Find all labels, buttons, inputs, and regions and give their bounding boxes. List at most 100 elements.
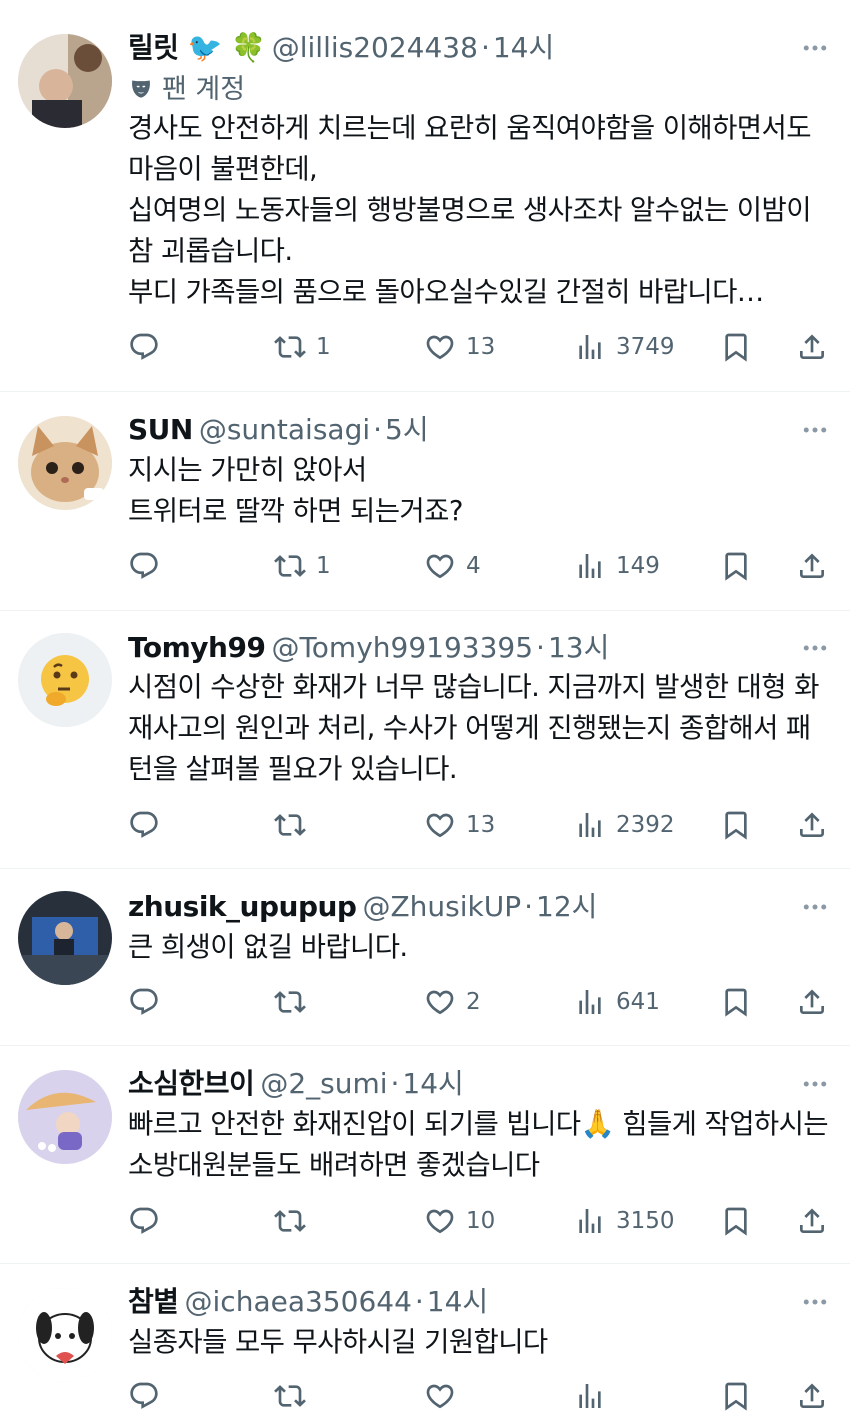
avatar[interactable] xyxy=(18,34,112,128)
like-button[interactable]: 4 xyxy=(424,546,481,586)
like-icon xyxy=(424,809,456,841)
share-button[interactable] xyxy=(796,805,828,845)
reply-button[interactable] xyxy=(128,1376,160,1416)
like-count: 13 xyxy=(466,334,496,360)
timestamp[interactable]: 13시 xyxy=(548,631,609,664)
bookmark-icon xyxy=(720,809,752,841)
more-icon[interactable] xyxy=(800,33,830,63)
avatar[interactable] xyxy=(18,1288,112,1382)
retweet-icon xyxy=(274,1380,306,1412)
tweet-actions xyxy=(128,1376,828,1416)
retweet-icon xyxy=(274,986,306,1018)
more-icon[interactable] xyxy=(800,1069,830,1099)
more-icon[interactable] xyxy=(800,1287,830,1317)
timestamp[interactable]: 14시 xyxy=(427,1285,488,1318)
bookmark-button[interactable] xyxy=(720,805,752,845)
views-button[interactable]: 149 xyxy=(574,546,660,586)
bookmark-button[interactable] xyxy=(720,1201,752,1241)
views-icon xyxy=(574,809,606,841)
display-name[interactable]: 참볕 xyxy=(128,1285,179,1318)
avatar[interactable] xyxy=(18,633,112,727)
like-button[interactable]: 13 xyxy=(424,327,495,367)
reply-button[interactable] xyxy=(128,546,160,586)
views-icon xyxy=(574,1380,606,1412)
tweet-1[interactable]: 릴릿 🐦 🍀 @lillis2024438 · 14시 팬 계정 경사도 안전하게 치… xyxy=(0,0,850,392)
bookmark-button[interactable] xyxy=(720,327,752,367)
display-name[interactable]: SUN xyxy=(128,413,193,446)
more-icon[interactable] xyxy=(800,633,830,663)
display-name[interactable]: 소심한브이 xyxy=(128,1067,255,1100)
share-button[interactable] xyxy=(796,327,828,367)
reply-button[interactable] xyxy=(128,982,160,1022)
bookmark-icon xyxy=(720,550,752,582)
share-button[interactable] xyxy=(796,982,828,1022)
retweet-button[interactable]: 1 xyxy=(274,546,331,586)
share-button[interactable] xyxy=(796,1201,828,1241)
bookmark-button[interactable] xyxy=(720,546,752,586)
more-icon[interactable] xyxy=(800,415,830,445)
tweet-6[interactable]: 참볕 @ichaea350644 · 14시 실종자들 모두 무사하시길 기원합니다 xyxy=(0,1264,850,1392)
user-handle[interactable]: @Tomyh99193395 xyxy=(271,631,533,664)
user-handle[interactable]: @suntaisagi xyxy=(199,413,370,446)
timestamp[interactable]: 5시 xyxy=(385,413,429,446)
tweet-header: 릴릿 🐦 🍀 @lillis2024438 · 14시 xyxy=(128,28,780,68)
tweet-4[interactable]: zhusik_upupup @ZhusikUP · 12시 큰 희생이 없길 바랍니다… xyxy=(0,869,850,1046)
reply-icon xyxy=(128,986,160,1018)
like-count: 2 xyxy=(466,989,481,1015)
like-icon xyxy=(424,331,456,363)
views-button[interactable] xyxy=(574,1376,606,1416)
view-count: 2392 xyxy=(616,812,675,838)
bookmark-icon xyxy=(720,986,752,1018)
views-button[interactable]: 3749 xyxy=(574,327,675,367)
more-icon[interactable] xyxy=(800,892,830,922)
avatar[interactable] xyxy=(18,416,112,510)
share-icon xyxy=(796,1205,828,1237)
separator-dot: · xyxy=(373,413,383,446)
like-button[interactable]: 10 xyxy=(424,1201,495,1241)
tweet-actions: 1 4 149 xyxy=(128,546,828,586)
display-name[interactable]: Tomyh99 xyxy=(128,631,266,664)
user-handle[interactable]: @lillis2024438 xyxy=(272,31,478,64)
avatar[interactable] xyxy=(18,1070,112,1164)
like-icon xyxy=(424,1380,456,1412)
separator-dot: · xyxy=(414,1285,424,1318)
user-handle[interactable]: @ZhusikUP xyxy=(362,890,521,923)
share-icon xyxy=(796,1380,828,1412)
retweet-button[interactable] xyxy=(274,982,316,1022)
retweet-button[interactable] xyxy=(274,1376,306,1416)
reply-button[interactable] xyxy=(128,1201,160,1241)
reply-button[interactable] xyxy=(128,805,160,845)
mask-icon xyxy=(132,80,150,98)
like-button[interactable]: 2 xyxy=(424,982,481,1022)
like-button[interactable]: 13 xyxy=(424,805,495,845)
timestamp[interactable]: 14시 xyxy=(493,31,554,64)
like-button[interactable] xyxy=(424,1376,456,1416)
tweet-text: 지시는 가만히 앉아서 트위터로 딸깍 하면 되는거죠? xyxy=(128,454,463,527)
bookmark-button[interactable] xyxy=(720,1376,752,1416)
display-name[interactable]: zhusik_upupup xyxy=(128,890,357,923)
timestamp[interactable]: 14시 xyxy=(402,1067,463,1100)
share-button[interactable] xyxy=(796,1376,828,1416)
share-icon xyxy=(796,550,828,582)
share-button[interactable] xyxy=(796,546,828,586)
reply-icon xyxy=(128,1380,160,1412)
tweet-2[interactable]: SUN @suntaisagi · 5시 지시는 가만히 앉아서 트위터로 딸깍 하면… xyxy=(0,392,850,611)
timestamp[interactable]: 12시 xyxy=(536,890,597,923)
user-handle[interactable]: @ichaea350644 xyxy=(185,1285,412,1318)
bookmark-button[interactable] xyxy=(720,982,752,1022)
retweet-button[interactable]: 1 xyxy=(274,327,331,367)
avatar[interactable] xyxy=(18,891,112,985)
reply-button[interactable] xyxy=(128,327,160,367)
views-button[interactable]: 2392 xyxy=(574,805,675,845)
user-handle[interactable]: @2_sumi xyxy=(260,1067,387,1100)
tweet-3[interactable]: Tomyh99 @Tomyh99193395 · 13시 시점이 수상한 화재가 너무… xyxy=(0,611,850,869)
display-name[interactable]: 릴릿 🐦 🍀 xyxy=(128,31,266,64)
retweet-icon xyxy=(274,331,306,363)
retweet-button[interactable] xyxy=(274,805,316,845)
fan-account-label: 팬 계정 xyxy=(128,72,245,108)
views-button[interactable]: 641 xyxy=(574,982,660,1022)
views-button[interactable]: 3150 xyxy=(574,1201,675,1241)
tweet-5[interactable]: 소심한브이 @2_sumi · 14시 빠르고 안전한 화재진압이 되기를 빕니다🙏 … xyxy=(0,1046,850,1264)
like-icon xyxy=(424,986,456,1018)
retweet-button[interactable] xyxy=(274,1201,316,1241)
